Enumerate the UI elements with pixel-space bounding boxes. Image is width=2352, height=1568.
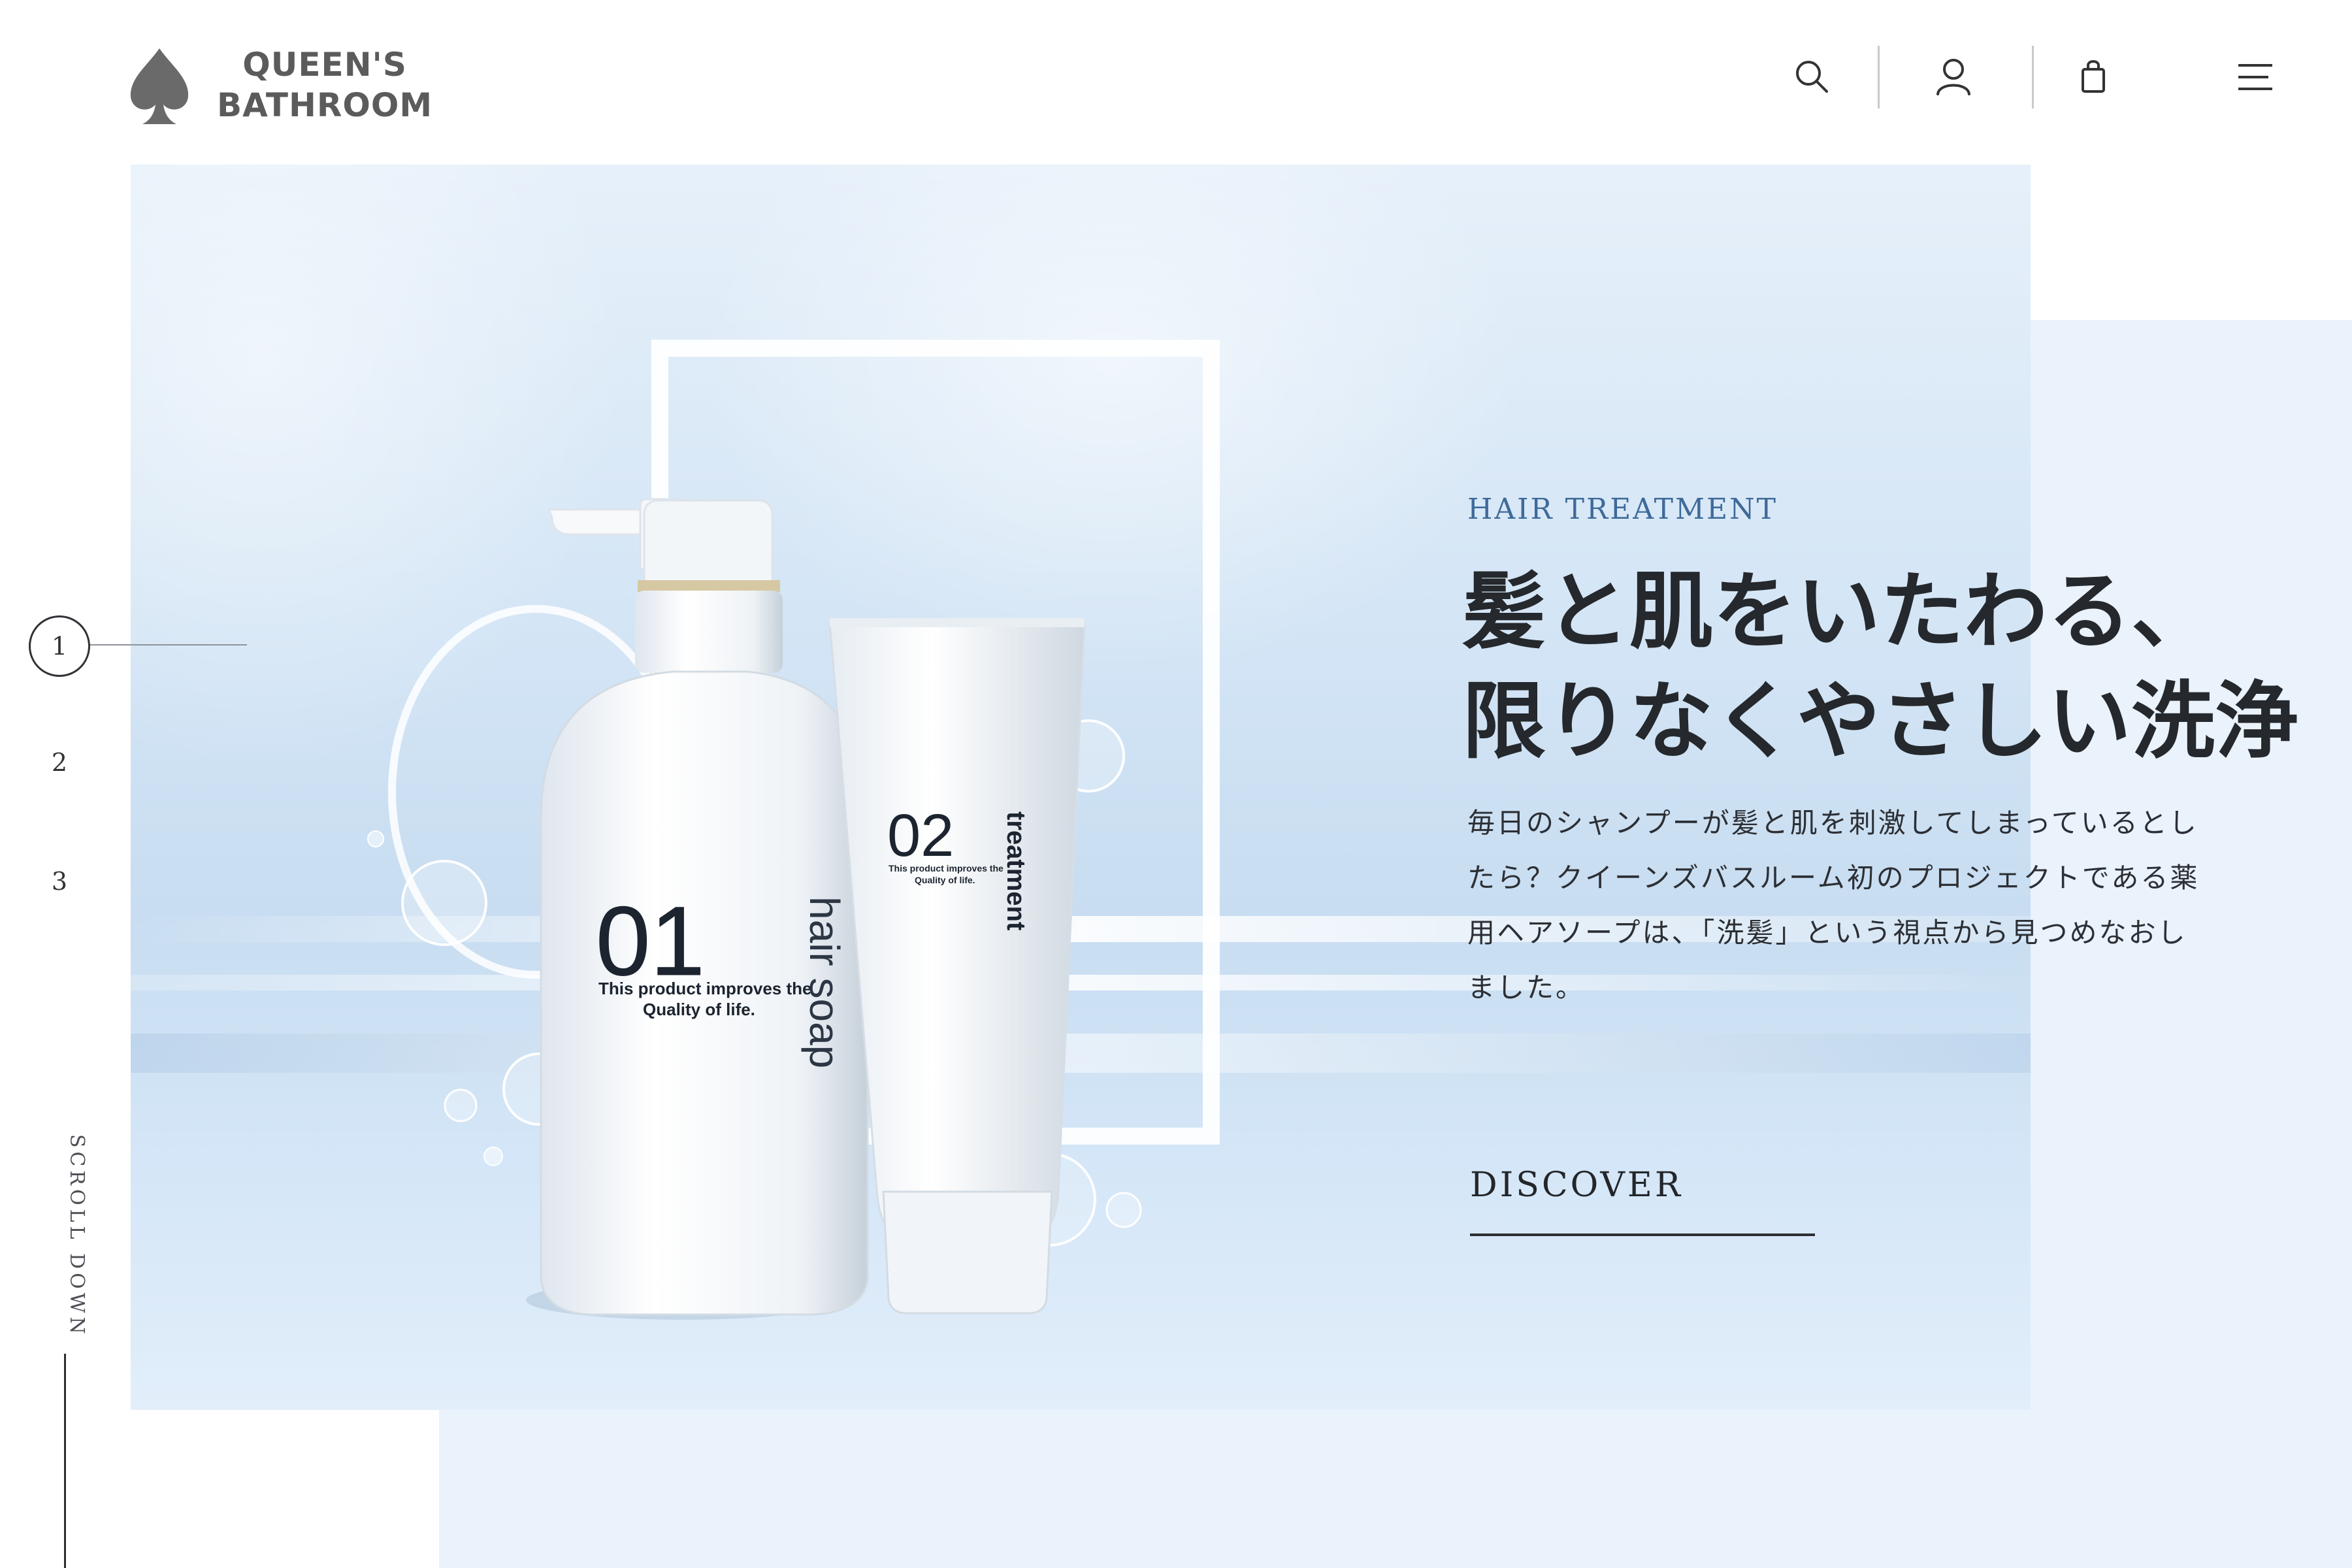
scroll-down-line: [64, 1354, 66, 1568]
tube-tagline-2: Quality of life.: [915, 875, 975, 885]
slide-3[interactable]: 3: [29, 851, 90, 912]
menu-icon[interactable]: [2230, 52, 2280, 102]
slide-indicator-line: [90, 644, 247, 645]
hero-headline: 髪と肌をいたわる、 限りなくやさしい洗浄: [1462, 557, 2351, 776]
shopping-bag-icon[interactable]: [2068, 52, 2118, 102]
headline-line-2: 限りなくやさしい洗浄: [1462, 672, 2299, 770]
hero-body-text: 毎日のシャンプーが髪と肌を刺激してしまっているとしたら？クイーンズバスルーム初の…: [1467, 807, 2200, 1004]
bubble: [367, 830, 384, 847]
bubble: [483, 1147, 503, 1166]
hero-eyebrow: HAIR TREATMENT: [1467, 493, 1778, 526]
user-icon[interactable]: [1929, 52, 1978, 102]
search-icon[interactable]: [1788, 52, 1837, 102]
bubble: [444, 1088, 478, 1122]
slide-2[interactable]: 2: [29, 732, 90, 793]
brand-line-2: BATHROOM: [217, 86, 433, 124]
tube-tagline: This product improves the: [889, 863, 1004, 874]
spade-icon: [128, 46, 191, 127]
scroll-down-label[interactable]: SCROLL DOWN: [65, 1134, 88, 1338]
discover-underline: [1470, 1233, 1815, 1236]
brand-line-1: QUEEN'S: [242, 46, 407, 84]
bottle-tagline: This product improves the: [598, 979, 812, 998]
tube-number: 02: [887, 802, 954, 869]
bottle-name: hair soap: [801, 896, 848, 1068]
bubble: [401, 860, 487, 946]
brand-name: QUEEN'S BATHROOM: [217, 44, 433, 125]
brand-logo[interactable]: QUEEN'S BATHROOM: [128, 42, 468, 133]
bubble: [1105, 1192, 1142, 1228]
discover-link[interactable]: DISCOVER: [1470, 1166, 1815, 1241]
header-divider: [1878, 46, 1880, 108]
header-divider: [2032, 46, 2034, 108]
headline-line-1: 髪と肌をいたわる、: [1462, 563, 2215, 661]
tube-name: treatment: [1002, 811, 1030, 930]
slide-1[interactable]: 1: [29, 615, 90, 677]
bottle-tagline-2: Quality of life.: [643, 1000, 755, 1019]
